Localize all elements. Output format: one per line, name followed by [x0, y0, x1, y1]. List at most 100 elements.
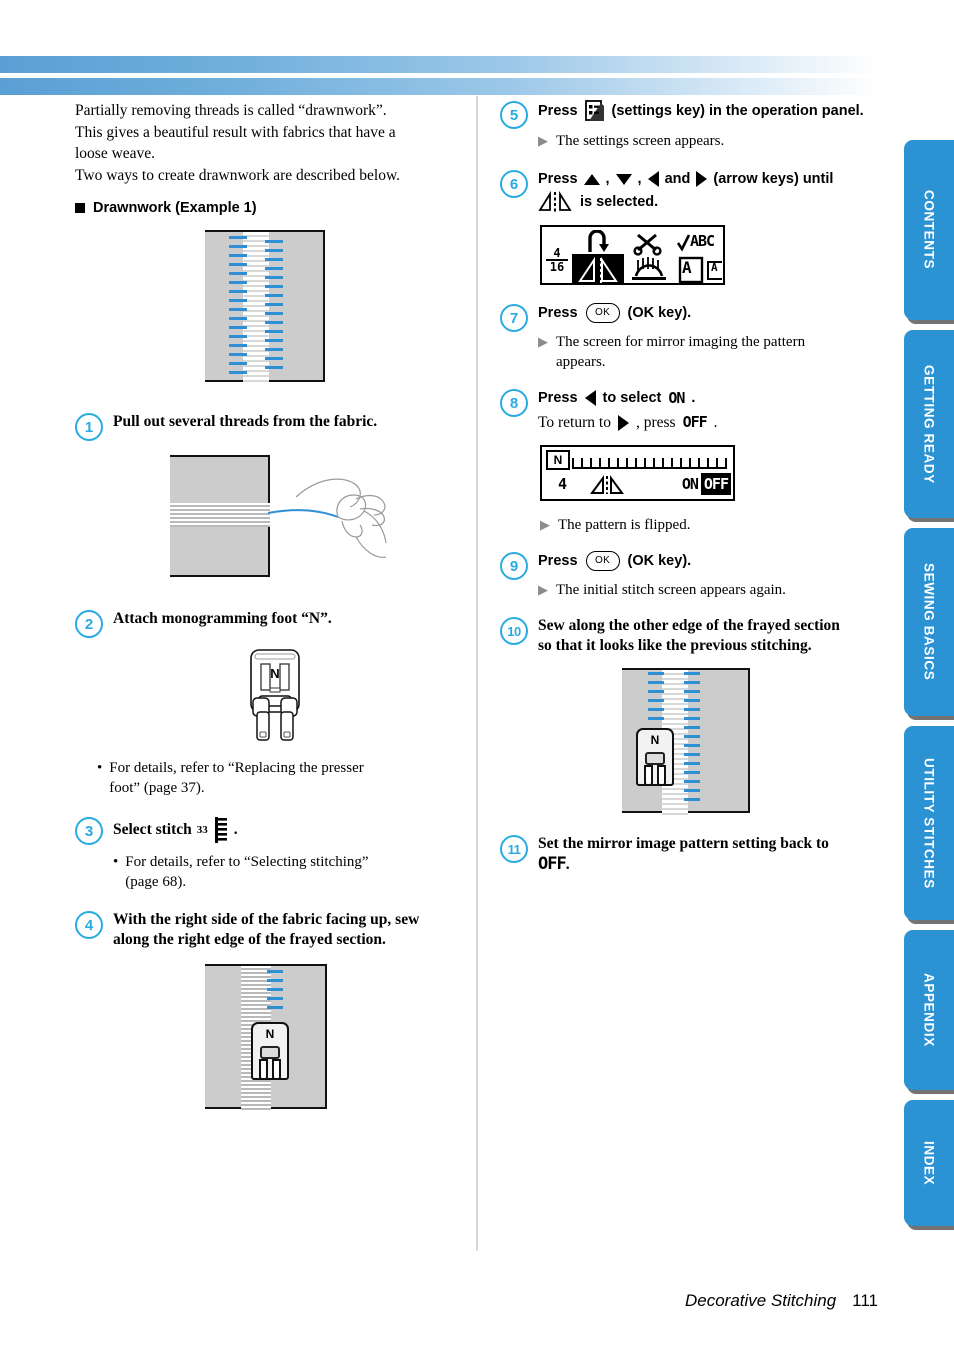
step-4-title-line-2: along the right edge of the frayed secti…: [113, 931, 386, 948]
step-5-number: 5: [500, 101, 528, 129]
step-7-press-label: Press: [538, 305, 578, 321]
step-1-title: Pull out several threads from the fabric…: [113, 413, 378, 430]
letter-a-label: A: [682, 258, 692, 277]
abc-label: ABC: [690, 232, 715, 250]
step-11-off-label: OFF: [538, 854, 567, 874]
intro-line-4: Two ways to create drawnwork are describ…: [75, 166, 401, 184]
step-6-selected: is selected.: [580, 194, 659, 210]
ok-key-icon[interactable]: OK: [585, 551, 620, 571]
step-11-title: Set the mirror image pattern setting bac…: [538, 834, 878, 875]
bullet-dot-icon: •: [113, 854, 119, 870]
sew-other-edge-figure: N: [500, 668, 878, 818]
step-7-result: ▶ The screen for mirror imaging the patt…: [538, 332, 878, 372]
foot-label: N: [265, 1027, 275, 1041]
step-5-press-label: Press: [538, 103, 578, 119]
section-heading-label: Drawnwork (Example 1): [93, 200, 257, 216]
foot-label: N: [650, 733, 660, 747]
tab-utility-stitches-label: UTILITY STITCHES: [921, 757, 937, 889]
foot-toe-left: [644, 765, 653, 786]
lcd-mirror-screen: N 4 ON OFF: [540, 445, 735, 501]
arrow-right-icon[interactable]: [617, 414, 629, 431]
triangle-bullet-icon: ▶: [538, 582, 548, 597]
tab-getting-ready-label: GETTING READY: [921, 364, 937, 484]
step-3-title-text: Select stitch: [113, 821, 192, 838]
lcd-on-option[interactable]: ON: [679, 473, 701, 495]
sew-right-edge-figure: N: [75, 964, 475, 1114]
step-5-result: ▶ The settings screen appears.: [538, 131, 878, 151]
page-footer: Decorative Stitching 111: [685, 1291, 878, 1311]
fabric-swatch-step4: N: [205, 964, 327, 1111]
tab-appendix[interactable]: APPENDIX: [904, 930, 954, 1090]
lcd-mirror-bottom-row: 4 ON OFF: [542, 471, 733, 497]
step-10: 10 Sew along the other edge of the fraye…: [500, 616, 878, 656]
arrow-down-icon[interactable]: [615, 173, 632, 185]
step-8: 8 Press to select ON . To return to , pr…: [500, 388, 878, 433]
step-2: 2 Attach monogramming foot “N”.: [75, 609, 475, 638]
stitch-width-icon: [632, 257, 666, 280]
stitch-column-right: [265, 240, 283, 375]
arrow-right-icon[interactable]: [696, 171, 708, 187]
arrow-up-icon[interactable]: [583, 173, 600, 185]
step-7-result-line-2: appears.: [556, 354, 606, 370]
mirror-image-icon: [538, 191, 572, 212]
tab-contents[interactable]: CONTENTS: [904, 140, 954, 320]
step-8-return-note: To return to , press OFF .: [538, 412, 878, 433]
step-8-period-2: .: [713, 414, 718, 431]
step-6-number: 6: [500, 170, 528, 198]
needle-position-icon: [588, 230, 609, 252]
ok-key-icon[interactable]: OK: [585, 303, 620, 323]
foot-slot: [260, 1046, 280, 1059]
lcd-on-off-toggle[interactable]: ON OFF: [679, 473, 731, 495]
step-9: 9 Press OK (OK key). ▶ The initial stitc…: [500, 551, 878, 600]
step-6-comma-1: ,: [605, 171, 610, 187]
settings-key-icon[interactable]: [584, 100, 605, 122]
stitch-column-right-step10: [684, 672, 700, 807]
step-7-result-line-1: The screen for mirror imaging the patter…: [556, 334, 806, 350]
pull-threads-figure: [75, 455, 475, 595]
step-11-title-line-1: Set the mirror image pattern setting bac…: [538, 835, 829, 852]
step-8-press-label-2: , press: [635, 414, 676, 431]
letter-a-small-label: A: [711, 261, 718, 274]
step-3-number: 3: [75, 817, 103, 845]
step-6-and: and: [664, 171, 691, 187]
step-10-number: 10: [500, 617, 528, 645]
tab-sewing-basics[interactable]: SEWING BASICS: [904, 528, 954, 716]
tab-getting-ready[interactable]: GETTING READY: [904, 330, 954, 518]
step-4: 4 With the right side of the fabric faci…: [75, 910, 475, 950]
arrow-left-icon[interactable]: [647, 171, 659, 187]
step-3-bullet: • For details, refer to “Selecting stitc…: [113, 852, 475, 892]
step-4-title: With the right side of the fabric facing…: [113, 910, 475, 950]
stitch-33-pattern-icon: [214, 817, 227, 843]
settings-row-bottom: [578, 256, 722, 284]
step-10-title-line-1: Sew along the other edge of the frayed s…: [538, 617, 840, 634]
tab-utility-stitches[interactable]: UTILITY STITCHES: [904, 726, 954, 920]
tab-index[interactable]: INDEX: [904, 1100, 954, 1226]
settings-page-indicator: 4 16: [546, 247, 568, 273]
step-8-select-label: to select: [602, 390, 662, 406]
left-column: Partially removing threads is called “dr…: [75, 100, 475, 1114]
step-2-bullet-line-1: For details, refer to “Replacing the pre…: [109, 760, 364, 776]
tab-index-label: INDEX: [921, 1140, 937, 1186]
step-4-title-line-1: With the right side of the fabric facing…: [113, 911, 420, 928]
intro-line-3: loose weave.: [75, 145, 156, 162]
arrow-left-icon[interactable]: [584, 390, 596, 406]
foot-slot: [645, 752, 665, 765]
foot-toe-left: [259, 1059, 268, 1080]
step-9-title-rest: (OK key).: [627, 553, 692, 569]
step-6-title: Press , , and (arrow keys) until is sele…: [538, 169, 878, 213]
settings-page-denominator: 16: [546, 259, 568, 273]
step-8-result: ▶ The pattern is flipped.: [500, 515, 878, 535]
check-abc-icon: [676, 234, 691, 252]
step-7-title: Press OK (OK key).: [538, 303, 878, 323]
fabric-swatch: [205, 230, 325, 384]
presser-foot-n-mini: N: [251, 1022, 289, 1080]
lcd-off-option[interactable]: OFF: [700, 473, 731, 495]
settings-page-numerator: 4: [553, 246, 561, 260]
step-9-result-text: The initial stitch screen appears again.: [556, 582, 786, 598]
lcd-stitch-number: 4: [558, 475, 568, 493]
step-1: 1 Pull out several threads from the fabr…: [75, 412, 475, 441]
mirror-image-icon-selected: [578, 256, 618, 283]
bullet-dot-icon: •: [97, 760, 103, 776]
intro-paragraph: Partially removing threads is called “dr…: [75, 100, 475, 186]
header-gradient-bar-bottom: [0, 78, 880, 95]
